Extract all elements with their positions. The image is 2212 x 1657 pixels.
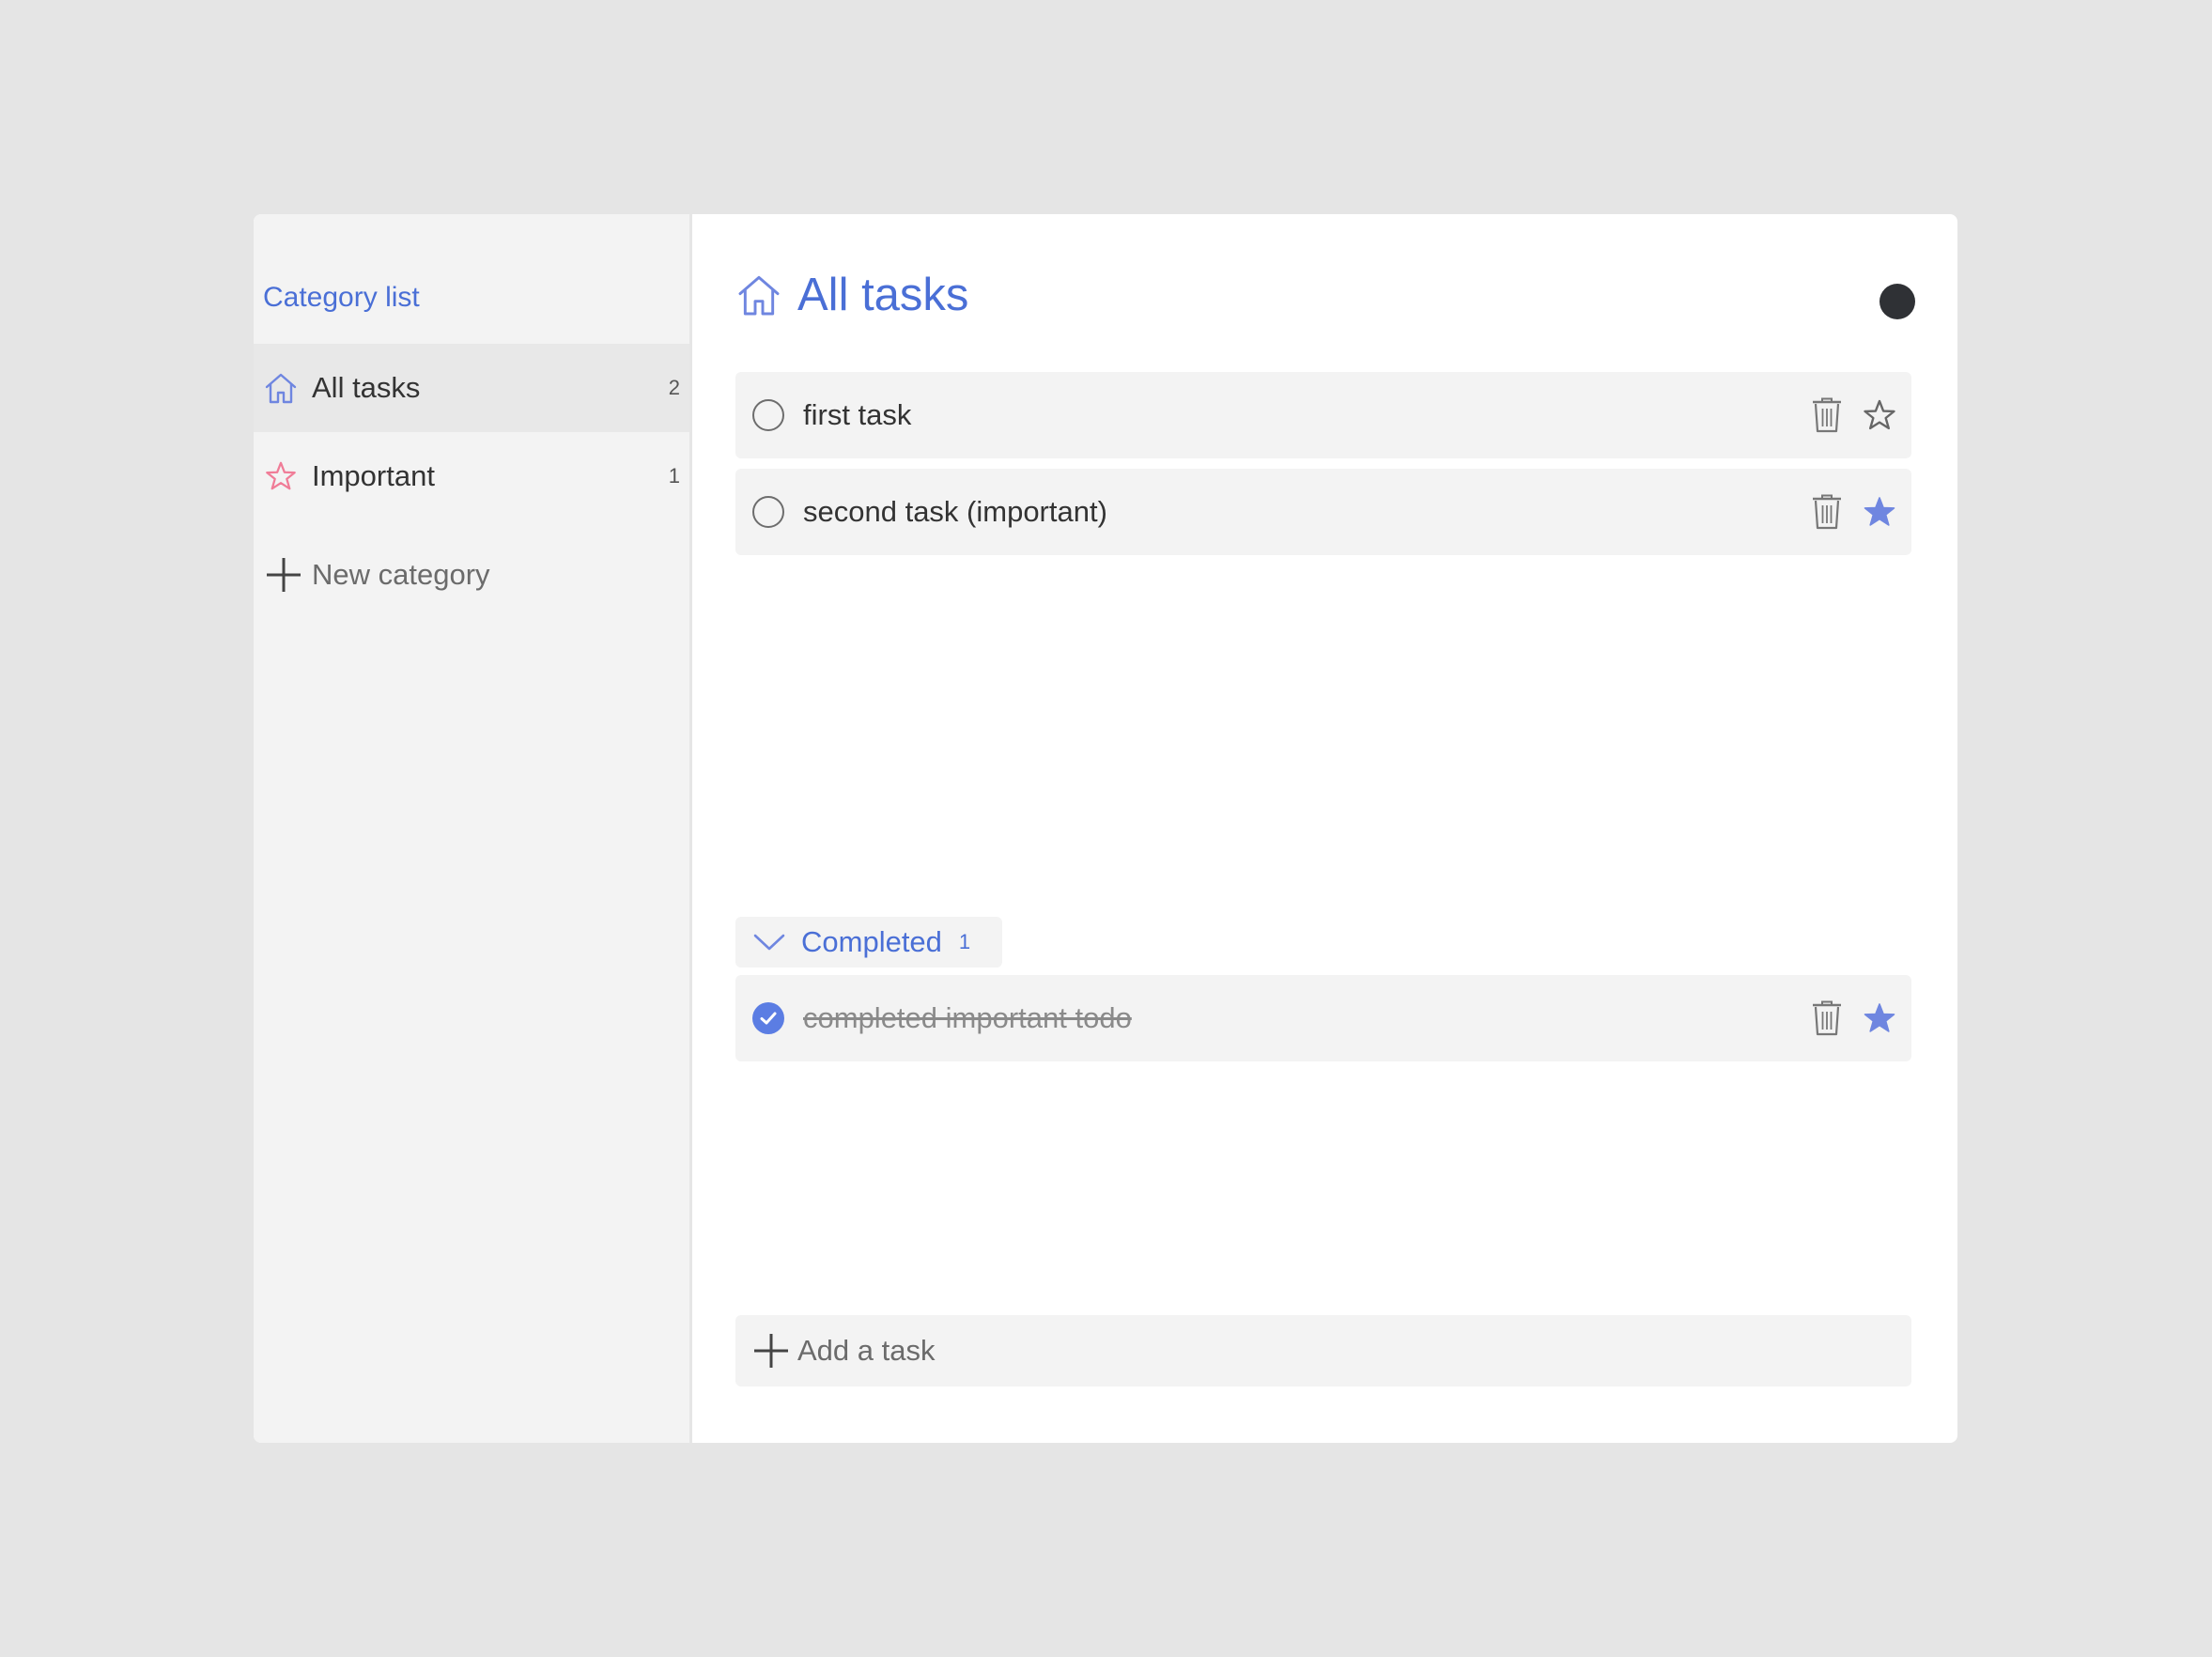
sidebar-item-count: 2 <box>668 376 680 399</box>
theme-toggle-button[interactable] <box>1879 284 1915 319</box>
task-complete-checkbox[interactable] <box>752 1002 784 1034</box>
trash-icon[interactable] <box>1808 396 1846 434</box>
task-row: second task (important) <box>735 469 1911 555</box>
completed-section-label: Completed <box>801 925 942 958</box>
sidebar-item-important[interactable]: Important 1 <box>254 432 689 520</box>
plus-icon <box>752 1332 790 1370</box>
plus-icon <box>265 556 302 594</box>
home-icon <box>735 271 782 318</box>
sidebar-item-label: Important <box>312 459 435 492</box>
sidebar-item-label: All tasks <box>312 371 421 404</box>
completed-task-row: completed important todo <box>735 975 1911 1061</box>
sidebar-item-count: 1 <box>668 464 680 488</box>
page: Category list All tasks 2 Important 1 Ne… <box>0 0 2212 1657</box>
page-header: All tasks <box>735 269 968 321</box>
sidebar: Category list All tasks 2 Important 1 Ne… <box>254 214 692 1443</box>
todo-app-window: Category list All tasks 2 Important 1 Ne… <box>254 214 1957 1443</box>
chevron-down-icon <box>752 925 786 959</box>
task-complete-checkbox[interactable] <box>752 399 784 431</box>
task-label: completed important todo <box>803 1001 1132 1034</box>
page-title: All tasks <box>797 270 969 320</box>
new-category-button[interactable]: New category <box>265 549 490 601</box>
home-icon <box>263 370 299 406</box>
trash-icon[interactable] <box>1808 493 1846 531</box>
add-task-placeholder: Add a task <box>797 1334 936 1367</box>
task-row: first task <box>735 372 1911 458</box>
add-task-input[interactable]: Add a task <box>735 1315 1911 1386</box>
sidebar-item-all-tasks[interactable]: All tasks 2 <box>254 344 689 432</box>
task-label: first task <box>803 398 912 431</box>
checkmark-icon <box>760 1012 777 1025</box>
new-category-label: New category <box>312 558 490 591</box>
main-panel: All tasks first task second task (import… <box>692 214 1957 1443</box>
completed-section-count: 1 <box>958 930 971 953</box>
completed-section-toggle[interactable]: Completed 1 <box>735 917 1002 968</box>
star-filled-icon[interactable] <box>1861 999 1898 1037</box>
star-filled-icon[interactable] <box>1861 493 1898 531</box>
sidebar-title: Category list <box>263 282 420 313</box>
task-complete-checkbox[interactable] <box>752 496 784 528</box>
task-label: second task (important) <box>803 495 1107 528</box>
star-outline-icon <box>263 458 299 494</box>
trash-icon[interactable] <box>1808 999 1846 1037</box>
star-outline-icon[interactable] <box>1861 396 1898 434</box>
